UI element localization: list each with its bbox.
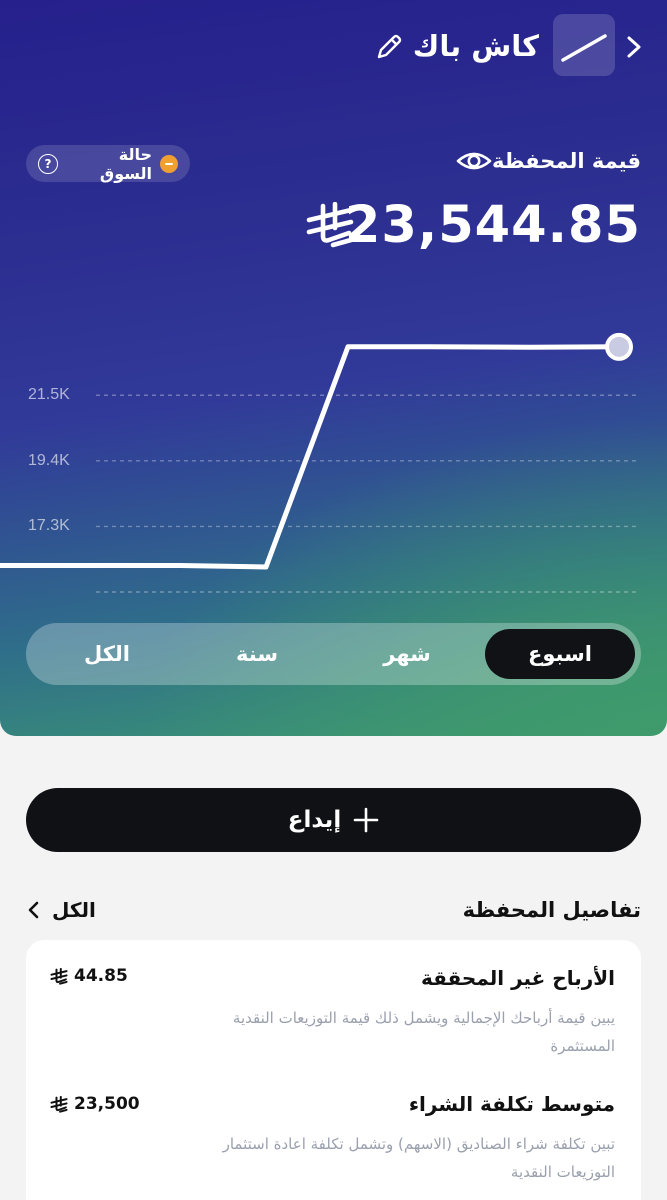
tab-all[interactable]: الكل [32, 629, 182, 679]
tab-year[interactable]: سنة [182, 629, 332, 679]
metric-value-text: 23,500 [74, 1094, 140, 1114]
tab-week[interactable]: اسبوع [485, 629, 635, 679]
details-card: الأرباح غير المحققة 44.85 يبين قيمة أربا… [26, 940, 641, 1200]
tab-month[interactable]: شهر [332, 629, 482, 679]
chart-y-tick-label: 17.3K [28, 517, 70, 535]
saudi-riyal-icon [50, 967, 68, 985]
portfolio-hero: كاش باك حالة السوق ? قيمة المحفظة 23,544… [0, 0, 667, 736]
plus-icon [353, 807, 379, 833]
period-selector: اسبوع شهر سنة الكل [26, 623, 641, 685]
view-all-label: الكل [52, 898, 96, 922]
metric-title-unrealized: الأرباح غير المحققة [421, 966, 615, 990]
deposit-label: إيداع [287, 807, 342, 833]
metric-value-avg-cost: 23,500 [50, 1090, 140, 1118]
portfolio-chart [0, 332, 640, 593]
chart-series-line [0, 344, 622, 570]
details-title: تفاصيل المحفظة [462, 898, 641, 922]
view-all-link[interactable]: الكل [26, 893, 96, 927]
deposit-button[interactable]: إيداع [26, 788, 641, 852]
metric-desc-avg-cost: تبين تكلفة شراء الصناديق (الاسهم) وتشمل … [222, 1135, 615, 1181]
chart-y-tick-label: 21.5K [28, 386, 70, 404]
saudi-riyal-icon [50, 1095, 68, 1113]
metric-value-text: 44.85 [74, 966, 128, 986]
chevron-left-icon [28, 901, 39, 919]
chart-y-tick-label: 19.4K [28, 451, 70, 469]
chart-end-point [605, 332, 633, 361]
metric-title-avg-cost: متوسط تكلفة الشراء [408, 1092, 615, 1116]
metric-value-unrealized: 44.85 [50, 962, 128, 990]
metric-desc-unrealized: يبين قيمة أرباحك الإجمالية ويشمل ذلك قيم… [232, 1009, 615, 1055]
